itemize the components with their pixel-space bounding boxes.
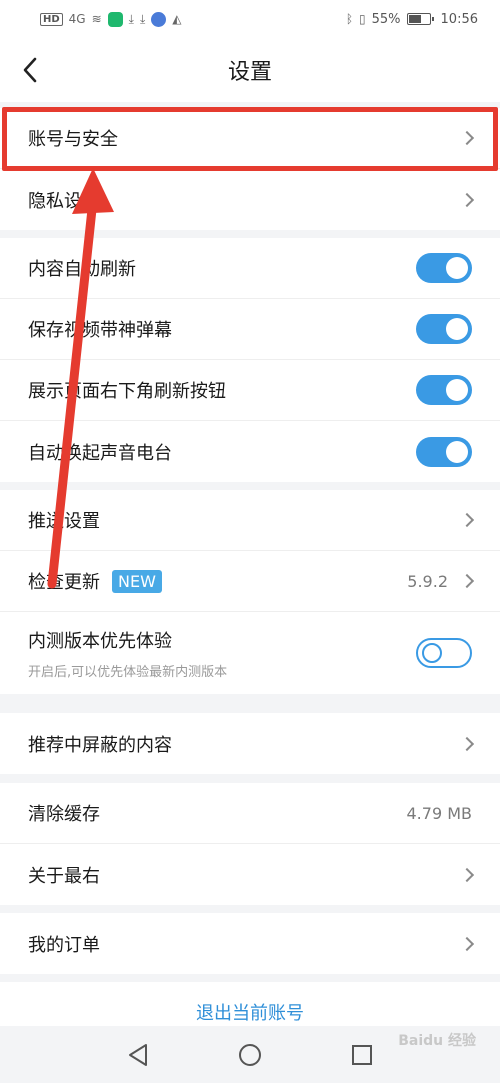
chevron-right-icon	[459, 512, 475, 528]
triangle-back-icon	[129, 1043, 147, 1066]
back-button[interactable]	[22, 56, 46, 84]
check-update-row[interactable]: 检查更新 NEW 5.9.2	[0, 551, 500, 612]
auto-refresh-row: 内容自动刷新	[0, 238, 500, 299]
watermark-logo: Baidu 经验	[398, 1033, 476, 1049]
new-badge: NEW	[112, 569, 162, 593]
status-bar: HD 4G ≋ ⤓ ⤓ ◭ ᛒ ▯ 55% 10:56	[0, 0, 500, 38]
system-home-button[interactable]	[238, 1043, 262, 1067]
system-back-button[interactable]	[126, 1043, 150, 1067]
chevron-right-icon	[459, 573, 475, 589]
row-label: 关于最右	[28, 865, 100, 887]
cache-size-value: 4.79 MB	[406, 803, 473, 823]
back-arrow-icon	[23, 57, 37, 83]
chevron-right-icon	[459, 936, 475, 951]
beta-experience-row: 内测版本优先体验 开启后,可以优先体验最新内测版本	[0, 612, 500, 694]
circle-home-icon	[239, 1043, 261, 1066]
clock: 10:56	[440, 11, 478, 27]
chevron-right-icon	[459, 130, 475, 146]
push-settings-row[interactable]: 推送设置	[0, 490, 500, 551]
content-group: 内容自动刷新 保存视频带神弹幕 展示页面右下角刷新按钮 自动唤起声音电台	[0, 238, 500, 482]
chevron-right-icon	[459, 736, 475, 751]
app-notification-icon	[107, 11, 123, 27]
row-label: 检查更新	[28, 572, 100, 593]
row-label: 清除缓存	[28, 804, 100, 825]
chevron-right-icon	[459, 867, 475, 882]
battery-percent: 55%	[371, 11, 401, 27]
version-value: 5.9.2	[407, 571, 448, 591]
blocked-content-row[interactable]: 推荐中屏蔽的内容	[0, 713, 500, 774]
beta-description: 开启后,可以优先体验最新内测版本	[28, 664, 228, 680]
hd-icon: HD	[40, 12, 63, 26]
privacy-settings-row[interactable]: 隐私设置	[0, 169, 500, 230]
orders-group: 我的订单	[0, 913, 500, 974]
misc-group: 清除缓存 4.79 MB 关于最右	[0, 783, 500, 905]
nav-bar: 设置	[0, 38, 500, 102]
chevron-right-icon	[459, 192, 475, 207]
refresh-button-row: 展示页面右下角刷新按钮	[0, 360, 500, 421]
my-orders-row[interactable]: 我的订单	[0, 913, 500, 974]
row-label: 内容自动刷新	[28, 259, 136, 280]
battery-icon	[406, 13, 434, 25]
row-label: 内测版本优先体验	[28, 630, 172, 652]
system-recents-button[interactable]	[350, 1043, 374, 1067]
clear-cache-row[interactable]: 清除缓存 4.79 MB	[0, 783, 500, 844]
save-video-danmaku-toggle[interactable]	[416, 314, 472, 344]
signal-icon: 4G	[68, 12, 86, 26]
row-label: 保存视频带神弹幕	[28, 320, 172, 341]
account-group: 账号与安全 隐私设置	[0, 108, 500, 230]
row-label: 推荐中屏蔽的内容	[28, 734, 172, 756]
row-label: 账号与安全	[28, 129, 118, 150]
vibrate-icon: ▯	[359, 12, 366, 26]
status-right: ᛒ ▯ 55% 10:56	[346, 12, 478, 27]
download-icon-2: ⤓	[139, 12, 146, 26]
row-label: 展示页面右下角刷新按钮	[28, 381, 226, 402]
voice-radio-row: 自动唤起声音电台	[0, 421, 500, 482]
save-video-danmaku-row: 保存视频带神弹幕	[0, 299, 500, 360]
voice-radio-toggle[interactable]	[416, 436, 472, 467]
beta-toggle[interactable]	[416, 638, 472, 668]
square-recents-icon	[352, 1044, 372, 1065]
download-icon: ⤓	[128, 12, 134, 26]
status-left: HD 4G ≋ ⤓ ⤓ ◭	[40, 11, 182, 27]
auto-refresh-toggle[interactable]	[416, 253, 472, 283]
update-group: 推送设置 检查更新 NEW 5.9.2 内测版本优先体验 开启后,可以优先体验最…	[0, 490, 500, 694]
refresh-button-toggle[interactable]	[416, 375, 472, 405]
bluetooth-icon: ᛒ	[345, 12, 354, 26]
row-label: 隐私设置	[28, 190, 100, 212]
row-label: 推送设置	[28, 511, 100, 532]
music-app-icon	[151, 11, 167, 27]
about-row[interactable]: 关于最右	[0, 844, 500, 905]
qq-icon: ◭	[172, 12, 182, 26]
page-title: 设置	[227, 60, 272, 85]
logout-label: 退出当前账号	[196, 1003, 304, 1024]
wifi-icon: ≋	[91, 12, 102, 26]
row-label: 自动唤起声音电台	[28, 442, 172, 464]
account-security-row[interactable]: 账号与安全	[0, 108, 500, 169]
row-label: 我的订单	[28, 934, 100, 956]
blocked-content-group: 推荐中屏蔽的内容	[0, 713, 500, 774]
